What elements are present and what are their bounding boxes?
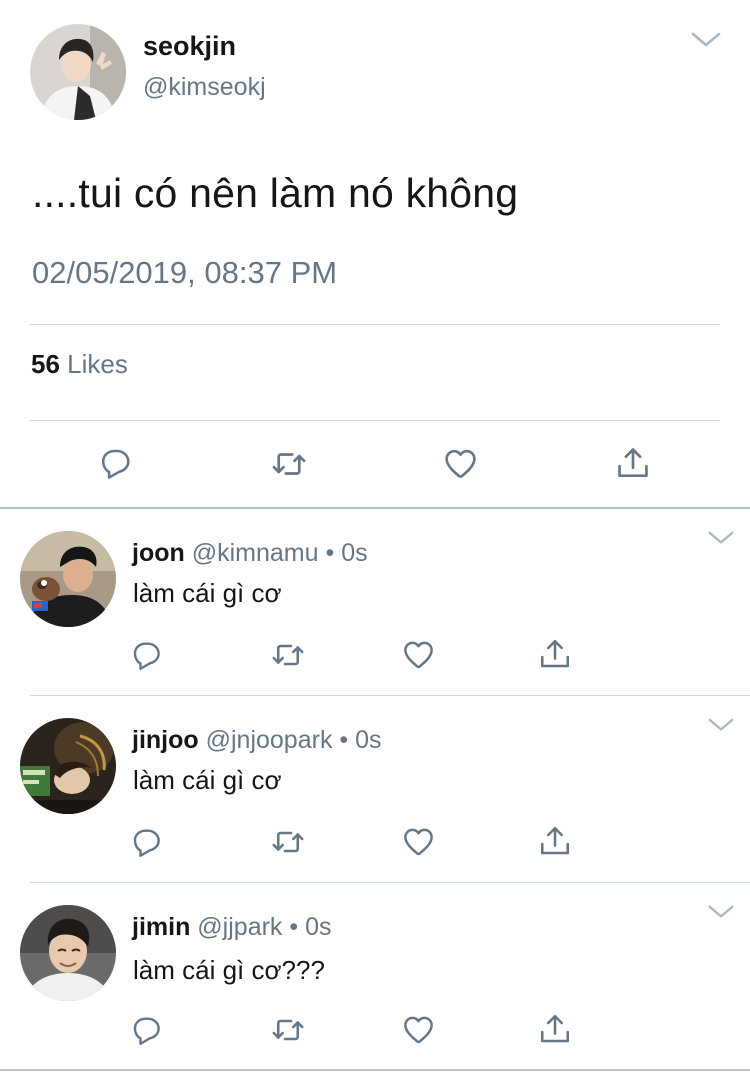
- likes-label: Likes: [67, 349, 128, 379]
- avatar[interactable]: [20, 531, 116, 627]
- display-name[interactable]: jinjoo: [132, 726, 199, 754]
- share-icon[interactable]: [537, 1011, 573, 1047]
- separator-dot: •: [289, 913, 299, 941]
- divider: [30, 420, 720, 421]
- tweet-actions: [0, 440, 750, 490]
- reply-time: 0s: [341, 539, 368, 567]
- separator-dot: •: [325, 539, 335, 567]
- reply-actions: [0, 823, 750, 863]
- display-name[interactable]: seokjin: [143, 31, 236, 62]
- reply-icon[interactable]: [98, 445, 134, 481]
- reply-icon[interactable]: [130, 638, 164, 672]
- share-icon[interactable]: [537, 636, 573, 672]
- reply-header: jimin @jjpark • 0s: [132, 913, 332, 942]
- separator-dot: •: [339, 726, 349, 754]
- reply-icon[interactable]: [130, 1013, 164, 1047]
- retweet-icon[interactable]: [270, 637, 306, 673]
- user-handle[interactable]: @kimnamu: [192, 539, 319, 567]
- reply-icon[interactable]: [130, 825, 164, 859]
- avatar[interactable]: [30, 24, 126, 120]
- tweet-thread-page: seokjin @kimseokj ....tui có nên làm nó …: [0, 0, 750, 1072]
- likes-row[interactable]: 56 Likes: [31, 349, 128, 380]
- tweet-text: ....tui có nên làm nó không: [32, 170, 519, 216]
- reply-time: 0s: [355, 726, 382, 754]
- reply-text: làm cái gì cơ: [133, 578, 282, 608]
- retweet-icon[interactable]: [270, 1012, 306, 1048]
- reply-time: 0s: [305, 913, 332, 941]
- user-handle[interactable]: @kimseokj: [143, 73, 266, 102]
- reply-tweet[interactable]: jinjoo @jnjoopark • 0s làm cái gì cơ: [0, 696, 750, 883]
- like-icon[interactable]: [401, 1012, 436, 1047]
- divider: [0, 1069, 750, 1071]
- like-icon[interactable]: [401, 824, 436, 859]
- like-icon[interactable]: [442, 445, 479, 482]
- likes-count: 56: [31, 349, 60, 379]
- user-handle[interactable]: @jnjoopark: [206, 726, 333, 754]
- share-icon[interactable]: [614, 444, 652, 482]
- chevron-down-icon[interactable]: [707, 716, 735, 734]
- chevron-down-icon[interactable]: [707, 903, 735, 921]
- reply-text: làm cái gì cơ???: [133, 955, 325, 985]
- reply-text: làm cái gì cơ: [133, 765, 282, 795]
- chevron-down-icon[interactable]: [690, 30, 722, 50]
- avatar[interactable]: [20, 905, 116, 1001]
- reply-header: joon @kimnamu • 0s: [132, 539, 368, 568]
- reply-actions: [0, 1011, 750, 1051]
- display-name[interactable]: jimin: [132, 913, 190, 941]
- retweet-icon[interactable]: [270, 445, 308, 483]
- share-icon[interactable]: [537, 823, 573, 859]
- reply-tweet[interactable]: jimin @jjpark • 0s làm cái gì cơ???: [0, 883, 750, 1070]
- reply-tweet[interactable]: joon @kimnamu • 0s làm cái gì cơ: [0, 509, 750, 696]
- chevron-down-icon[interactable]: [707, 529, 735, 547]
- like-icon[interactable]: [401, 637, 436, 672]
- retweet-icon[interactable]: [270, 824, 306, 860]
- reply-actions: [0, 636, 750, 676]
- reply-header: jinjoo @jnjoopark • 0s: [132, 726, 382, 755]
- tweet-timestamp: 02/05/2019, 08:37 PM: [32, 255, 338, 290]
- divider: [30, 324, 720, 325]
- main-tweet: seokjin @kimseokj ....tui có nên làm nó …: [0, 0, 750, 508]
- display-name[interactable]: joon: [132, 539, 185, 567]
- user-handle[interactable]: @jjpark: [197, 913, 282, 941]
- avatar[interactable]: [20, 718, 116, 814]
